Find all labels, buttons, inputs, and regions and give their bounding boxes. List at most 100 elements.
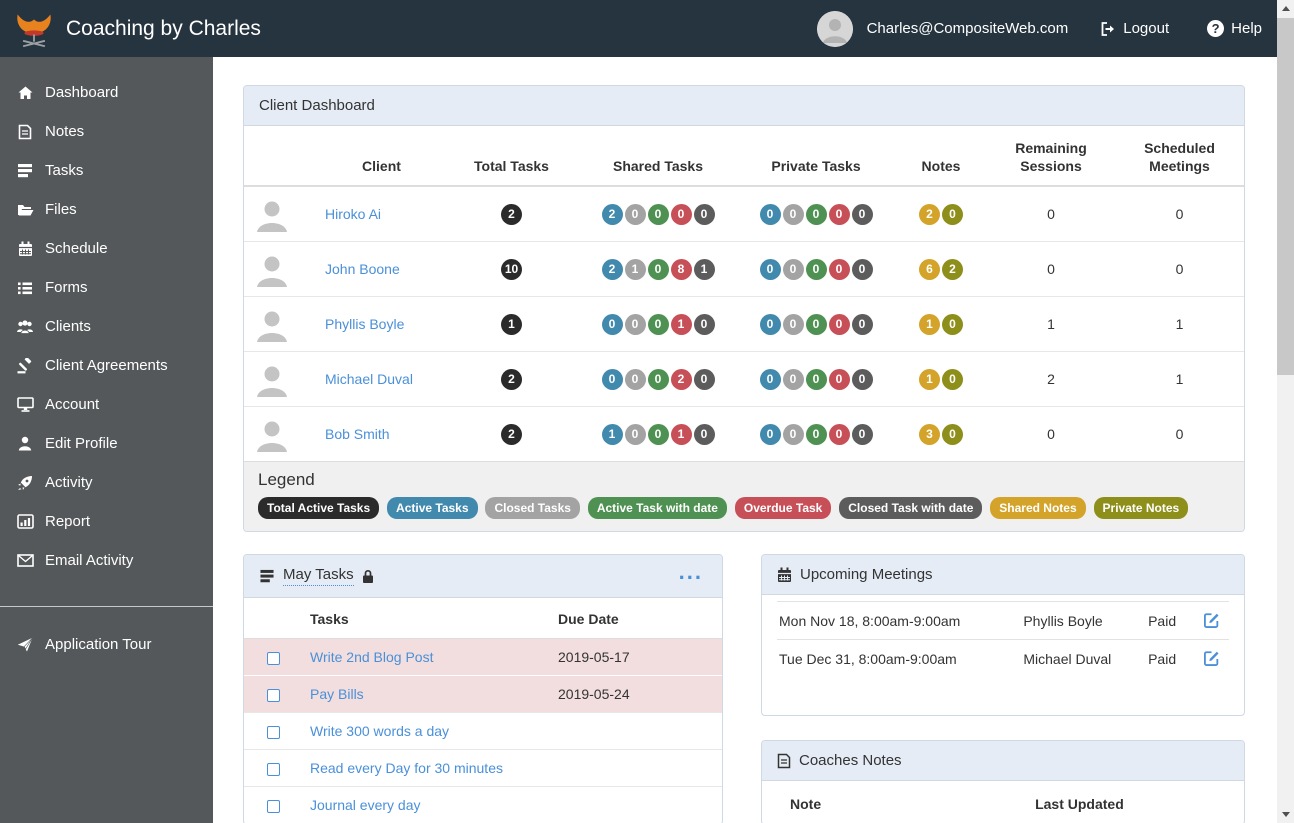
scroll-down-button[interactable] — [1277, 806, 1294, 823]
sidebar-item-client-agreements[interactable]: Client Agreements — [0, 346, 213, 385]
legend-title: Legend — [258, 470, 315, 489]
sidebar-item-files[interactable]: Files — [0, 190, 213, 229]
due-date-value: 2019-05-24 — [550, 675, 722, 713]
task-checkbox[interactable] — [266, 651, 280, 665]
client-link[interactable]: John Boone — [325, 261, 400, 277]
active-dated-tasks-badge: 0 — [805, 203, 827, 225]
logout-button[interactable]: Logout — [1100, 20, 1169, 37]
user-avatar — [816, 10, 853, 47]
meeting-when: Mon Nov 18, 8:00am-9:00am — [777, 601, 1022, 640]
scheduled-meetings-value: 0 — [1175, 206, 1184, 222]
legend-badge-closed-task-with-date: Closed Task with date — [839, 497, 983, 519]
col-last-updated: Last Updated — [1035, 796, 1124, 812]
coaches-notes-panel: Coaches Notes Note Last Updated — [761, 740, 1245, 823]
chart-icon — [16, 514, 34, 529]
sidebar-item-label: Tasks — [45, 162, 84, 179]
task-checkbox[interactable] — [266, 688, 280, 702]
private-notes-badge: 0 — [942, 203, 963, 225]
shared-notes-badge: 6 — [919, 258, 940, 280]
sidebar-item-label: Email Activity — [45, 552, 134, 569]
col-note: Note — [790, 796, 822, 812]
private-notes-badge: 0 — [942, 423, 963, 445]
list-icon — [16, 281, 34, 295]
col-private-tasks: Private Tasks — [737, 126, 895, 187]
edit-meeting-icon[interactable] — [1203, 650, 1227, 667]
overdue-tasks-badge: 8 — [670, 258, 692, 280]
overdue-tasks-badge: 0 — [670, 203, 692, 225]
scrollbar-thumb[interactable] — [1277, 18, 1294, 375]
logout-icon — [1100, 21, 1116, 37]
scroll-up-button[interactable] — [1277, 0, 1294, 17]
client-avatar — [250, 247, 313, 291]
task-checkbox[interactable] — [266, 725, 280, 739]
active-tasks-badge: 0 — [601, 368, 623, 390]
sidebar-item-activity[interactable]: Activity — [0, 463, 213, 502]
main-content: Client Dashboard Client Total Tasks Shar… — [213, 57, 1277, 823]
sidebar-item-notes[interactable]: Notes — [0, 112, 213, 151]
client-avatar — [250, 302, 313, 346]
coaches-notes-table: Note Last Updated — [762, 781, 1244, 823]
overdue-tasks-badge: 0 — [828, 203, 850, 225]
vertical-scrollbar[interactable] — [1277, 0, 1294, 823]
table-row: Hiroko Ai 2 20000 00000 20 0 0 — [244, 186, 1244, 242]
rocket-icon — [16, 475, 34, 491]
closed-dated-tasks-badge: 0 — [693, 313, 715, 335]
panel-title: Coaches Notes — [799, 752, 902, 769]
col-client: Client — [319, 126, 444, 187]
client-link[interactable]: Hiroko Ai — [325, 206, 381, 222]
user-email: Charles@CompositeWeb.com — [866, 20, 1069, 37]
sidebar-item-clients[interactable]: Clients — [0, 307, 213, 346]
overdue-tasks-badge: 1 — [670, 313, 692, 335]
total-tasks-badge: 10 — [501, 258, 522, 280]
sidebar-item-edit-profile[interactable]: Edit Profile — [0, 424, 213, 463]
legend-section: Legend Total Active Tasks Active Tasks C… — [244, 461, 1244, 531]
task-link[interactable]: Write 300 words a day — [310, 723, 449, 739]
client-link[interactable]: Phyllis Boyle — [325, 316, 404, 332]
sidebar-item-report[interactable]: Report — [0, 502, 213, 541]
shared-notes-badge: 2 — [919, 203, 940, 225]
due-date-value — [550, 712, 722, 750]
sidebar-item-forms[interactable]: Forms — [0, 268, 213, 307]
task-link[interactable]: Journal every day — [310, 797, 421, 813]
sidebar-item-email-activity[interactable]: Email Activity — [0, 541, 213, 580]
may-tasks-title[interactable]: May Tasks — [283, 566, 354, 586]
total-tasks-badge: 2 — [501, 423, 522, 445]
task-link[interactable]: Pay Bills — [310, 686, 364, 702]
users-icon — [16, 319, 34, 334]
sidebar-item-label: Forms — [45, 279, 88, 296]
legend-badge-closed-tasks: Closed Tasks — [485, 497, 580, 519]
calendar-icon — [777, 567, 792, 583]
sidebar-item-tasks[interactable]: Tasks — [0, 151, 213, 190]
active-tasks-badge: 0 — [759, 423, 781, 445]
col-shared-tasks: Shared Tasks — [579, 126, 737, 187]
sidebar-item-account[interactable]: Account — [0, 385, 213, 424]
client-link[interactable]: Bob Smith — [325, 426, 390, 442]
active-tasks-badge: 2 — [601, 258, 623, 280]
meeting-status: Paid — [1146, 639, 1201, 677]
col-notes: Notes — [895, 126, 987, 187]
task-link[interactable]: Read every Day for 30 minutes — [310, 760, 503, 776]
overdue-tasks-badge: 0 — [828, 258, 850, 280]
client-avatar — [250, 192, 313, 236]
overdue-tasks-badge: 0 — [828, 368, 850, 390]
active-tasks-badge: 0 — [759, 203, 781, 225]
task-link[interactable]: Write 2nd Blog Post — [310, 649, 433, 665]
app-title: Coaching by Charles — [66, 16, 261, 40]
panel-menu-button[interactable]: ... — [675, 561, 707, 585]
client-link[interactable]: Michael Duval — [325, 371, 413, 387]
table-header-row: Tasks Due Date — [244, 598, 722, 639]
upcoming-meetings-body: Mon Nov 18, 8:00am-9:00am Phyllis Boyle … — [762, 595, 1244, 715]
closed-dated-tasks-badge: 0 — [693, 368, 715, 390]
task-checkbox[interactable] — [266, 762, 280, 776]
sidebar-item-schedule[interactable]: Schedule — [0, 229, 213, 268]
overdue-tasks-badge: 2 — [670, 368, 692, 390]
scheduled-meetings-value: 1 — [1115, 296, 1244, 352]
sidebar-item-label: Schedule — [45, 240, 108, 257]
task-checkbox[interactable] — [266, 800, 280, 814]
edit-meeting-icon[interactable] — [1203, 612, 1227, 629]
tasks-icon — [16, 163, 34, 178]
col-due-date: Due Date — [550, 598, 722, 639]
sidebar-item-dashboard[interactable]: Dashboard — [0, 73, 213, 112]
sidebar-item-application-tour[interactable]: Application Tour — [0, 625, 213, 664]
help-button[interactable]: Help — [1207, 20, 1262, 37]
